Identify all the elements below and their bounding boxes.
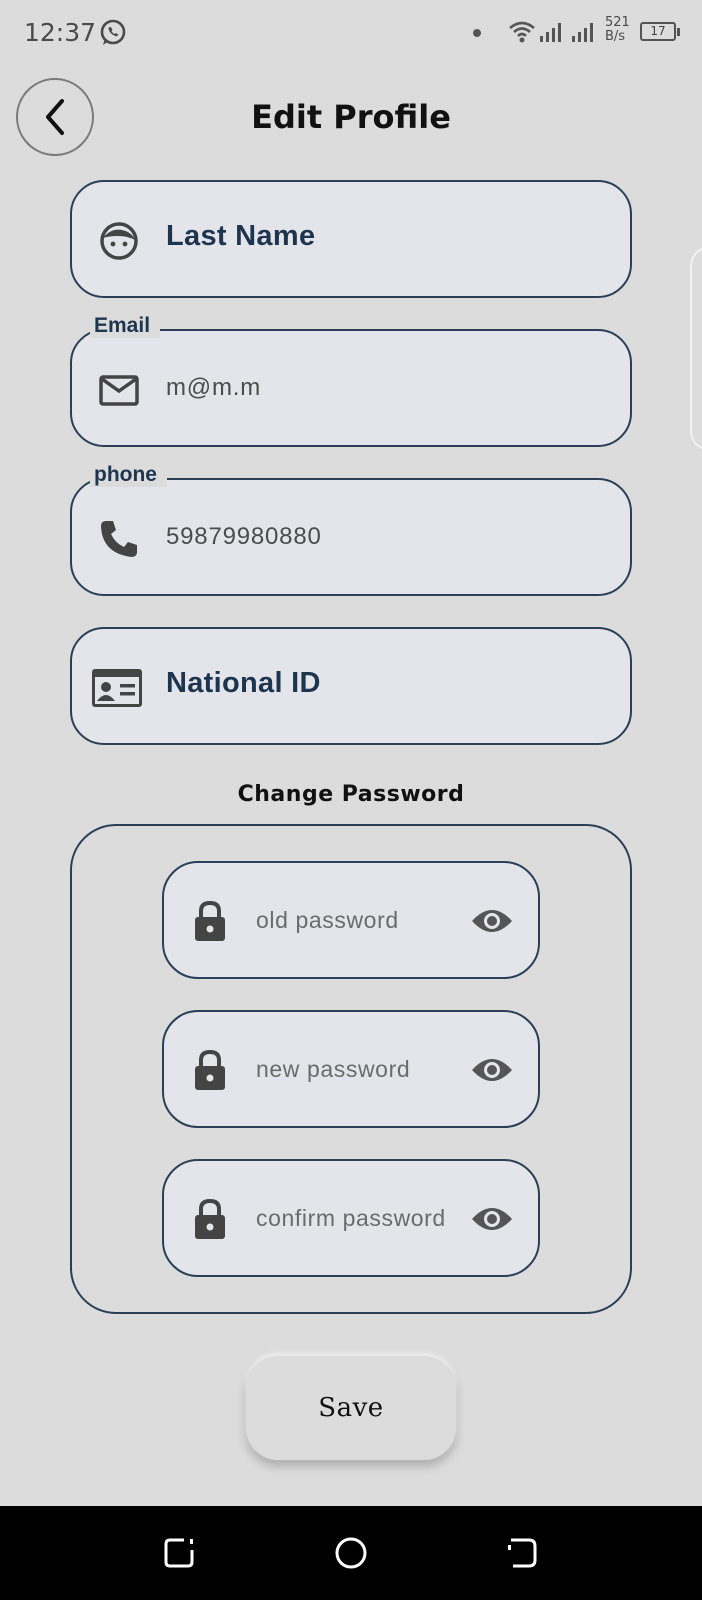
national-id-placeholder: National ID xyxy=(166,667,321,699)
phone-field[interactable]: phone 59879980880 xyxy=(70,463,632,596)
net-speed-unit: B/s xyxy=(605,29,626,44)
status-time: 12:37 xyxy=(24,18,97,47)
recent-apps-icon[interactable] xyxy=(162,1536,196,1570)
back-nav-icon[interactable] xyxy=(505,1536,539,1570)
battery-level: 17 xyxy=(650,24,666,38)
net-speed-value: 521 xyxy=(605,15,630,30)
net-speed: 521 B/s xyxy=(605,16,630,44)
side-drawer-handle[interactable] xyxy=(690,246,702,451)
home-icon[interactable] xyxy=(334,1536,368,1570)
national-id-field[interactable]: National ID xyxy=(70,627,632,745)
old-password-field[interactable]: old password xyxy=(162,861,540,979)
page-title: Edit Profile xyxy=(251,98,451,136)
email-field[interactable]: Email m@m.m xyxy=(70,314,632,447)
phone-label: phone xyxy=(90,463,167,487)
email-value: m@m.m xyxy=(166,374,262,401)
change-password-title: Change Password xyxy=(237,782,465,807)
whatsapp-icon xyxy=(100,19,126,45)
lock-icon xyxy=(195,1198,225,1239)
new-password-field[interactable]: new password xyxy=(162,1010,540,1128)
battery-icon: 17 xyxy=(640,22,680,41)
last-name-field[interactable]: Last Name xyxy=(70,180,632,298)
eye-icon[interactable] xyxy=(470,1054,514,1086)
id-card-icon xyxy=(92,669,142,707)
phone-value: 59879980880 xyxy=(166,523,322,550)
status-bar: 12:37 521 B/s 17 xyxy=(0,0,702,64)
signal-icon-secondary xyxy=(572,23,593,42)
new-password-placeholder: new password xyxy=(256,1056,411,1082)
face-icon xyxy=(100,222,138,260)
notification-dot-icon xyxy=(473,29,481,37)
last-name-placeholder: Last Name xyxy=(166,220,316,252)
email-label: Email xyxy=(90,314,161,338)
phone-icon xyxy=(101,521,137,557)
lock-icon xyxy=(195,1049,225,1090)
lock-icon xyxy=(195,900,225,941)
confirm-password-placeholder: confirm password xyxy=(256,1205,446,1231)
wifi-icon xyxy=(509,21,535,43)
old-password-placeholder: old password xyxy=(256,907,399,933)
mail-icon xyxy=(99,375,139,406)
eye-icon[interactable] xyxy=(470,905,514,937)
save-button[interactable]: Save xyxy=(246,1356,456,1460)
confirm-password-field[interactable]: confirm password xyxy=(162,1159,540,1277)
system-nav-bar xyxy=(0,1506,702,1600)
signal-icon xyxy=(540,23,561,42)
eye-icon[interactable] xyxy=(470,1203,514,1235)
